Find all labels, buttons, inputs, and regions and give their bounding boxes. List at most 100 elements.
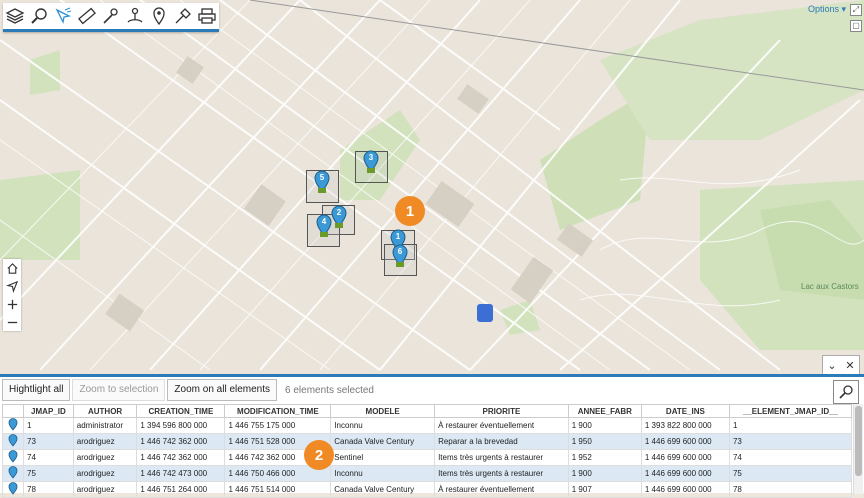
hydrant-pin[interactable]: 4 <box>316 214 332 238</box>
map-pin-icon <box>8 466 18 479</box>
column-header[interactable]: CREATION_TIME <box>136 404 226 418</box>
column-header[interactable]: MODELE <box>330 404 436 418</box>
scrollbar-thumb[interactable] <box>855 406 862 476</box>
table-cell: 1 446 699 600 000 <box>640 465 730 482</box>
select-tool-icon <box>55 7 72 24</box>
table-cell: Inconnu <box>330 417 436 434</box>
column-header[interactable]: PRIORITE <box>434 404 569 418</box>
table-cell: 1 907 <box>567 481 642 498</box>
hydrant-pin[interactable]: 3 <box>363 150 379 174</box>
highlight-all-button[interactable]: Hightlight all <box>2 379 71 401</box>
selected-count: 6 elements selected <box>285 384 374 396</box>
table-row[interactable]: 73 arodriguez 1 446 742 362 000 1 446 751 5… <box>2 433 853 450</box>
row-pin-cell[interactable] <box>2 465 24 482</box>
table-cell: 75 <box>23 465 74 482</box>
table-cell: Inconnu <box>330 465 436 482</box>
search-button[interactable] <box>27 3 51 29</box>
column-header[interactable]: MODIFICATION_TIME <box>224 404 332 418</box>
tools-button[interactable] <box>171 3 195 29</box>
map-view[interactable]: Options ▾ ⤢ ▢ Lac aux Castors 3 5 2 4 1 … <box>0 0 864 374</box>
minus-icon <box>7 321 17 323</box>
table-cell: 1 394 596 800 000 <box>136 417 226 434</box>
options-menu[interactable]: Options ▾ <box>808 4 846 15</box>
table-cell: administrator <box>72 417 138 434</box>
layers-button[interactable] <box>3 3 27 29</box>
selection-panel: Hightlight all Zoom to selection Zoom on… <box>0 374 864 498</box>
hydrant-pin[interactable]: 6 <box>392 244 408 268</box>
row-pin-cell[interactable] <box>2 481 24 498</box>
table-cell: 1 446 699 600 000 <box>640 481 730 498</box>
collapse-panel-button[interactable]: ⌄ <box>823 356 841 374</box>
table-cell: 1 950 <box>567 433 642 450</box>
table-row[interactable]: 74 arodriguez 1 446 742 362 000 1 446 742 3… <box>2 449 853 466</box>
table-cell: À restaurer éventuellement <box>434 417 569 434</box>
measure-button[interactable] <box>75 3 99 29</box>
zoom-out-button[interactable] <box>3 313 21 331</box>
home-button[interactable] <box>3 259 21 277</box>
plus-icon <box>7 299 17 309</box>
marker-button[interactable] <box>147 3 171 29</box>
table-scrollbar[interactable] <box>853 404 863 494</box>
select-tool-button[interactable] <box>51 3 75 29</box>
table-cell: 1 446 699 600 000 <box>640 433 730 450</box>
table-row[interactable]: 1 administrator 1 394 596 800 000 1 446 755… <box>2 417 853 434</box>
column-header[interactable]: __ELEMENT_JMAP_ID__ <box>728 404 853 418</box>
route-button[interactable] <box>123 3 147 29</box>
hydrant-pin[interactable]: 5 <box>314 170 330 194</box>
measure-icon <box>78 7 96 25</box>
edit-button[interactable] <box>99 3 123 29</box>
callout-badge: 1 <box>395 196 425 226</box>
map-toolbar <box>3 3 219 32</box>
place-label: Lac aux Castors <box>801 282 859 291</box>
table-header-row: JMAP_ID AUTHOR CREATION_TIME MODIFICATIO… <box>2 404 853 418</box>
table-cell: 1 952 <box>567 449 642 466</box>
tools-icon <box>175 8 191 24</box>
table-cell: 1 393 822 800 000 <box>640 417 730 434</box>
table-cell: arodriguez <box>72 481 138 498</box>
zoom-in-button[interactable] <box>3 295 21 313</box>
window-icon[interactable]: ▢ <box>850 20 862 32</box>
poi-marker-icon[interactable] <box>477 304 493 322</box>
map-pin-icon <box>8 450 18 463</box>
table-cell: 1 900 <box>567 465 642 482</box>
table-cell: 78 <box>728 481 853 498</box>
row-pin-cell[interactable] <box>2 433 24 450</box>
table-row[interactable]: 75 arodriguez 1 446 742 473 000 1 446 750 4… <box>2 465 853 482</box>
close-panel-button[interactable]: ✕ <box>841 356 859 374</box>
column-header[interactable]: ANNEE_FABR <box>567 404 642 418</box>
table-cell: À restaurer éventuellement <box>434 481 569 498</box>
table-cell: Items très urgents à restaurer <box>434 449 569 466</box>
table-row[interactable]: 78 arodriguez 1 446 751 264 000 1 446 751 5… <box>2 481 853 498</box>
print-button[interactable] <box>195 3 219 29</box>
attribute-table: JMAP_ID AUTHOR CREATION_TIME MODIFICATIO… <box>2 404 853 498</box>
locate-button[interactable] <box>3 277 21 295</box>
table-cell: Reparar a la brevedad <box>434 433 569 450</box>
print-icon <box>198 8 216 24</box>
table-cell: Sentinel <box>330 449 436 466</box>
map-pin-icon <box>8 434 18 447</box>
table-cell: 1 446 742 473 000 <box>136 465 226 482</box>
zoom-to-selection-button[interactable]: Zoom to selection <box>72 379 166 401</box>
header-icon-col <box>2 404 24 418</box>
map-nav-controls <box>3 259 21 331</box>
edit-icon <box>103 8 118 24</box>
corner-controls: ⤢ ▢ <box>850 4 862 36</box>
column-header[interactable]: DATE_INS <box>640 404 730 418</box>
row-pin-cell[interactable] <box>2 449 24 466</box>
expand-icon[interactable]: ⤢ <box>850 4 862 16</box>
home-icon <box>6 262 18 274</box>
table-cell: 1 <box>728 417 853 434</box>
row-pin-cell[interactable] <box>2 417 24 434</box>
column-header[interactable]: JMAP_ID <box>23 404 74 418</box>
zoom-on-all-button[interactable]: Zoom on all elements <box>167 379 278 401</box>
table-cell: 1 446 751 264 000 <box>136 481 226 498</box>
hydrant-pin[interactable]: 2 <box>331 205 347 229</box>
table-cell: 1 900 <box>567 417 642 434</box>
column-header[interactable]: AUTHOR <box>72 404 138 418</box>
layers-icon <box>5 8 25 24</box>
identify-tool-button[interactable] <box>833 380 859 404</box>
table-cell: arodriguez <box>72 433 138 450</box>
close-icon: ✕ <box>845 359 855 372</box>
table-cell: arodriguez <box>72 465 138 482</box>
table-cell: Canada Valve Century <box>330 433 436 450</box>
